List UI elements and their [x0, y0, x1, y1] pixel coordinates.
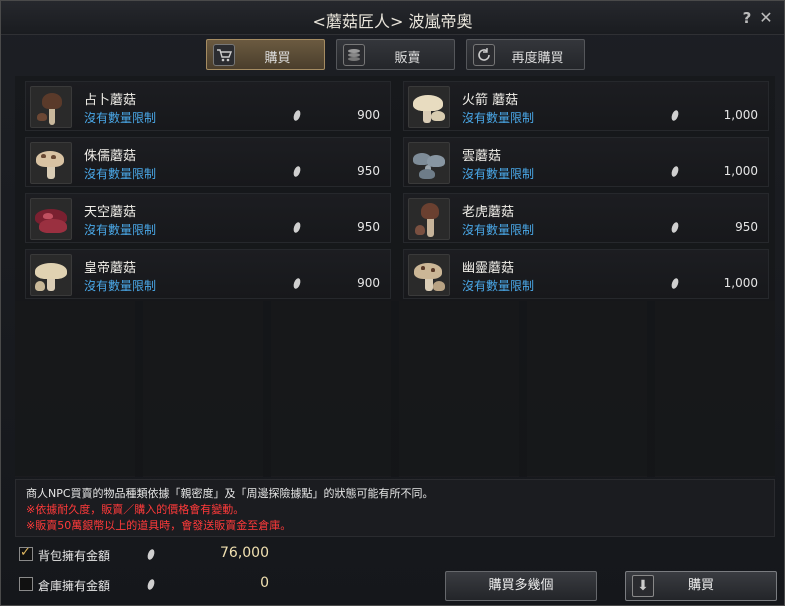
item-price: 900	[357, 276, 380, 290]
item-name: 雲蘑菇	[462, 149, 502, 164]
mushroom-icon	[408, 254, 450, 296]
notice-line: 商人NPC買賣的物品種類依據「親密度」及「周邊探險據點」的狀態可能有所不同。	[26, 487, 434, 500]
item-tiger-mushroom[interactable]: 老虎蘑菇 沒有數量限制 950	[403, 193, 769, 243]
item-limit: 沒有數量限制	[462, 279, 535, 293]
item-limit: 沒有數量限制	[462, 223, 535, 237]
silver-coin-icon	[670, 109, 680, 122]
mushroom-icon	[30, 142, 72, 184]
tab-rebuy[interactable]: 再度購買	[466, 39, 585, 70]
silver-coin-icon	[670, 221, 680, 234]
item-limit: 沒有數量限制	[84, 279, 157, 293]
item-dwarf-mushroom[interactable]: 侏儒蘑菇 沒有數量限制 950	[25, 137, 391, 187]
title-bar[interactable]: <蘑菇匠人> 波嵐帝奧 ? ✕	[1, 1, 784, 35]
item-name: 老虎蘑菇	[462, 205, 515, 220]
silver-coin-icon	[146, 578, 156, 591]
item-price: 950	[735, 220, 758, 234]
close-button[interactable]: ✕	[758, 8, 774, 27]
item-limit: 沒有數量限制	[84, 167, 157, 181]
silver-coin-icon	[292, 221, 302, 234]
item-name: 天空蘑菇	[84, 205, 137, 220]
item-limit: 沒有數量限制	[462, 167, 535, 181]
silver-coin-icon	[670, 165, 680, 178]
item-list: 占卜蘑菇 沒有數量限制 900 火箭 蘑菇 沒有數量限制 1,000 侏儒蘑菇 …	[15, 76, 775, 476]
tab-buy[interactable]: 購買	[206, 39, 325, 70]
silver-coin-icon	[292, 277, 302, 290]
item-price: 900	[357, 108, 380, 122]
silver-coin-icon	[292, 109, 302, 122]
mushroom-icon	[408, 198, 450, 240]
warning-line: ※販賣50萬銀幣以上的道具時，會發送販賣金至倉庫。	[26, 519, 292, 532]
silver-coin-icon	[292, 165, 302, 178]
item-price: 950	[357, 164, 380, 178]
coins-icon	[343, 44, 365, 66]
inventory-money-value: 76,000	[220, 545, 269, 561]
window-title: <蘑菇匠人> 波嵐帝奧	[312, 12, 473, 31]
refresh-icon	[473, 44, 495, 66]
buy-multiple-button[interactable]: 購買多幾個	[445, 571, 597, 601]
buy-button[interactable]: ⬇ 購買	[625, 571, 777, 601]
buy-button-label: 購買	[687, 578, 714, 593]
item-name: 幽靈蘑菇	[462, 261, 515, 276]
inventory-money-label: 背包擁有金額	[38, 549, 111, 563]
item-name: 皇帝蘑菇	[84, 261, 137, 276]
mushroom-icon	[30, 198, 72, 240]
tab-sell[interactable]: 販賣	[336, 39, 455, 70]
help-button[interactable]: ?	[740, 9, 754, 27]
item-name: 占卜蘑菇	[84, 93, 137, 108]
item-name: 侏儒蘑菇	[84, 149, 137, 164]
item-limit: 沒有數量限制	[84, 223, 157, 237]
item-rocket-mushroom[interactable]: 火箭 蘑菇 沒有數量限制 1,000	[403, 81, 769, 131]
item-divination-mushroom[interactable]: 占卜蘑菇 沒有數量限制 900	[25, 81, 391, 131]
item-price: 950	[357, 220, 380, 234]
item-price: 1,000	[723, 276, 758, 290]
notice-panel: 商人NPC買賣的物品種類依據「親密度」及「周邊探險據點」的狀態可能有所不同。 ※…	[15, 479, 775, 537]
item-emperor-mushroom[interactable]: 皇帝蘑菇 沒有數量限制 900	[25, 249, 391, 299]
item-cloud-mushroom[interactable]: 雲蘑菇 沒有數量限制 1,000	[403, 137, 769, 187]
cart-icon	[213, 44, 235, 66]
item-price: 1,000	[723, 164, 758, 178]
tab-buy-label: 購買	[264, 51, 291, 66]
item-sky-mushroom[interactable]: 天空蘑菇 沒有數量限制 950	[25, 193, 391, 243]
item-price: 1,000	[723, 108, 758, 122]
tab-sell-label: 販賣	[394, 51, 421, 66]
inventory-money-row: 背包擁有金額 76,000	[19, 545, 269, 565]
inventory-money-checkbox[interactable]	[19, 545, 33, 561]
silver-coin-icon	[146, 548, 156, 561]
item-limit: 沒有數量限制	[462, 111, 535, 125]
item-name: 火箭 蘑菇	[462, 93, 519, 108]
shop-window: <蘑菇匠人> 波嵐帝奧 ? ✕ 購買 販賣 再度購買 占卜蘑菇 沒有數量限制 9…	[0, 0, 785, 606]
mushroom-icon	[408, 86, 450, 128]
storage-money-row: 倉庫擁有金額 0	[19, 575, 269, 595]
silver-coin-icon	[670, 277, 680, 290]
item-ghost-mushroom[interactable]: 幽靈蘑菇 沒有數量限制 1,000	[403, 249, 769, 299]
tab-rebuy-label: 再度購買	[511, 51, 564, 66]
storage-money-checkbox[interactable]	[19, 577, 33, 591]
warning-line: ※依據耐久度，販賣／購入的價格會有變動。	[26, 503, 245, 516]
mushroom-icon	[408, 142, 450, 184]
item-limit: 沒有數量限制	[84, 111, 157, 125]
storage-money-value: 0	[260, 575, 269, 591]
storage-money-label: 倉庫擁有金額	[38, 579, 111, 593]
mushroom-icon	[30, 86, 72, 128]
mushroom-icon	[30, 254, 72, 296]
download-icon: ⬇	[632, 575, 654, 597]
